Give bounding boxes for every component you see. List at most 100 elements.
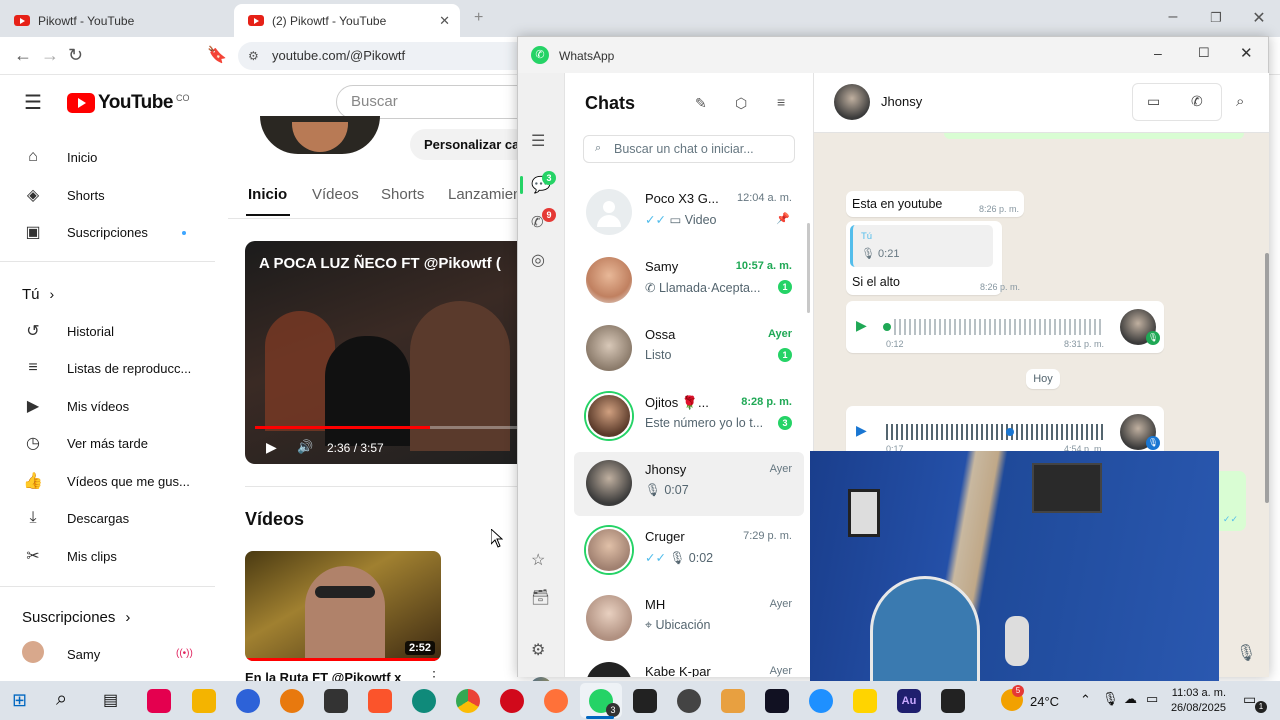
featured-video-title[interactable]: A POCA LUZ ÑECO FT @Pikowtf (	[259, 255, 501, 272]
sidebar-sub-samy[interactable]: Samy	[22, 640, 100, 666]
audio-app-icon[interactable]	[941, 689, 965, 713]
sidebar-item-mis-clips[interactable]: ✂ Mis clips	[22, 544, 117, 568]
archive-icon[interactable]: 🗃	[531, 588, 550, 606]
chat-item-ojitos[interactable]: Ojitos 🌹... 8:28 p. m. Este número yo lo…	[574, 385, 804, 449]
app-icon[interactable]	[236, 689, 260, 713]
reload-icon[interactable]: ↻	[68, 45, 83, 66]
app-icon[interactable]	[280, 689, 304, 713]
edge-icon[interactable]	[412, 689, 436, 713]
tab-inicio[interactable]: Inicio	[248, 186, 287, 203]
settings-icon[interactable]: ⚙	[531, 640, 545, 660]
message-bubble-reply[interactable]: Tú 🎙 0:21 Si el alto 8:26 p. m.	[846, 221, 1020, 295]
youtube-search-input[interactable]: Buscar	[336, 85, 536, 119]
bookmark-icon[interactable]: 🔖	[207, 45, 227, 65]
app-icon[interactable]	[765, 689, 789, 713]
featured-video-player[interactable]: A POCA LUZ ÑECO FT @Pikowtf ( ▶ 🔊 2:36 /…	[245, 241, 520, 464]
chat-list-scrollbar[interactable]	[807, 223, 810, 313]
sidebar-item-historial[interactable]: ↺ Historial	[22, 319, 114, 343]
label-icon[interactable]: ⬡	[735, 95, 747, 112]
tab-shorts[interactable]: Shorts	[381, 186, 424, 203]
file-explorer-icon[interactable]	[192, 689, 216, 713]
minimize-icon[interactable]: –	[1158, 8, 1188, 26]
channel-avatar[interactable]	[260, 116, 380, 154]
play-icon[interactable]: ▶	[266, 439, 277, 456]
search-messages-icon[interactable]: ⌕	[1236, 93, 1244, 110]
mic-icon[interactable]: 🎙	[1236, 643, 1256, 663]
chat-search-input[interactable]: Buscar un chat o iniciar...	[583, 135, 795, 163]
app-icon[interactable]	[633, 689, 657, 713]
sidebar-subscriptions-header[interactable]: Suscripciones ›	[22, 605, 130, 629]
site-info-icon[interactable]: ⚙	[248, 42, 259, 70]
cloud-icon[interactable]: ☁	[1124, 691, 1137, 707]
app-icon[interactable]	[721, 689, 745, 713]
sidebar-item-liked[interactable]: 👍 Vídeos que me gus...	[22, 469, 190, 493]
task-view-icon[interactable]: ▤	[103, 690, 118, 710]
forward-icon[interactable]: →	[41, 45, 59, 66]
chat-item-samy[interactable]: Samy 10:57 a. m. ✆ Llamada·Acepta... 1	[574, 249, 804, 313]
start-icon[interactable]: ⊞	[12, 690, 27, 711]
url-bar[interactable]: ⚙ youtube.com/@Pikowtf	[238, 42, 538, 70]
clock-date[interactable]: 26/08/2025	[1166, 702, 1226, 714]
voice-message[interactable]: ▶ 0:12 8:31 p. m. 🎙	[846, 301, 1164, 353]
sidebar-item-mis-videos[interactable]: ▶ Mis vídeos	[22, 394, 129, 418]
firefox-icon[interactable]	[544, 689, 568, 713]
voice-waveform[interactable]	[894, 319, 1104, 335]
tiktok-icon[interactable]	[147, 689, 171, 713]
menu-icon[interactable]: ☰	[531, 131, 545, 151]
play-icon[interactable]: ▶	[856, 317, 867, 334]
close-window-icon[interactable]: ✕	[1240, 44, 1253, 62]
quoted-message[interactable]: Tú 🎙 0:21	[850, 225, 993, 267]
chat-item-kabe[interactable]: Kabe K-par Ayer	[574, 654, 804, 677]
minimize-icon[interactable]: –	[1154, 45, 1162, 61]
search-icon[interactable]: ⌕	[56, 688, 67, 711]
opera-icon[interactable]	[500, 689, 524, 713]
tab-pikowtf[interactable]: Pikowtf - YouTube	[0, 4, 230, 37]
menu-icon[interactable]: ☰	[24, 90, 42, 115]
close-window-icon[interactable]: ✕	[1244, 8, 1274, 28]
youtube-logo[interactable]: YouTube CO	[67, 92, 189, 114]
playhead-dot[interactable]	[1006, 428, 1014, 436]
back-icon[interactable]: ←	[14, 45, 32, 66]
network-icon[interactable]: ▭	[1146, 691, 1158, 707]
volume-icon[interactable]: 🔊	[297, 439, 313, 455]
voice-call-icon[interactable]: ✆	[1191, 93, 1203, 110]
sidebar-item-descargas[interactable]: ⤓ Descargas	[22, 506, 129, 530]
video-call-icon[interactable]: ▭	[1147, 93, 1160, 110]
weather-temp[interactable]: 24°C	[1030, 694, 1059, 709]
chat-item-ossa[interactable]: Ossa Ayer Listo 1	[574, 317, 804, 381]
play-icon[interactable]: ▶	[856, 422, 867, 439]
sidebar-item-ver-mas-tarde[interactable]: ◷ Ver más tarde	[22, 431, 148, 455]
chat-item-cruger[interactable]: Cruger 7:29 p. m. ✓✓ 🎙 0:02	[574, 519, 804, 583]
capcut-icon[interactable]	[324, 689, 348, 713]
contact-avatar[interactable]	[834, 84, 870, 120]
close-tab-icon[interactable]: ✕	[439, 13, 450, 29]
sidebar-item-shorts[interactable]: ◈ Shorts	[22, 183, 105, 207]
app-icon[interactable]	[677, 689, 701, 713]
chat-item-mh[interactable]: MH Ayer ⌖ Ubicación	[574, 587, 804, 651]
voice-waveform[interactable]	[886, 424, 1104, 440]
chevron-up-icon[interactable]: ⌃	[1080, 692, 1091, 708]
tab-lanzamientos[interactable]: Lanzamien	[448, 186, 521, 203]
new-tab-button[interactable]: +	[474, 9, 483, 27]
tab-videos[interactable]: Vídeos	[312, 186, 359, 203]
chat-item-poco[interactable]: Poco X3 G... 12:04 a. m. ✓✓ ▭ Video 📌	[574, 181, 804, 245]
starred-icon[interactable]: ☆	[531, 550, 545, 570]
chat-item-jhonsy[interactable]: Jhonsy Ayer 🎙 0:07	[574, 452, 804, 516]
restore-icon[interactable]: ❐	[1201, 10, 1231, 26]
tab-pikowtf-active[interactable]: (2) Pikowtf - YouTube ✕	[234, 4, 460, 37]
playhead-dot[interactable]	[883, 323, 891, 331]
maximize-icon[interactable]: ☐	[1198, 45, 1210, 61]
webcam-feed[interactable]	[810, 451, 1219, 681]
message-bubble[interactable]: Esta en youtube 8:26 p. m.	[846, 191, 1024, 217]
video-progress-track[interactable]	[255, 426, 520, 429]
clock-time[interactable]: 11:03 a. m.	[1166, 687, 1226, 699]
after-effects-icon[interactable]: Au	[897, 689, 921, 713]
contact-name[interactable]: Jhonsy	[881, 94, 922, 109]
filter-icon[interactable]: ≡	[777, 94, 785, 110]
brave-icon[interactable]	[368, 689, 392, 713]
sticky-notes-icon[interactable]	[853, 689, 877, 713]
new-chat-icon[interactable]: ✎	[695, 95, 707, 112]
sidebar-item-suscripciones[interactable]: ▣ Suscripciones	[22, 220, 148, 244]
sidebar-item-inicio[interactable]: ⌂ Inicio	[22, 145, 97, 169]
video-thumbnail[interactable]: 2:52	[245, 551, 441, 661]
